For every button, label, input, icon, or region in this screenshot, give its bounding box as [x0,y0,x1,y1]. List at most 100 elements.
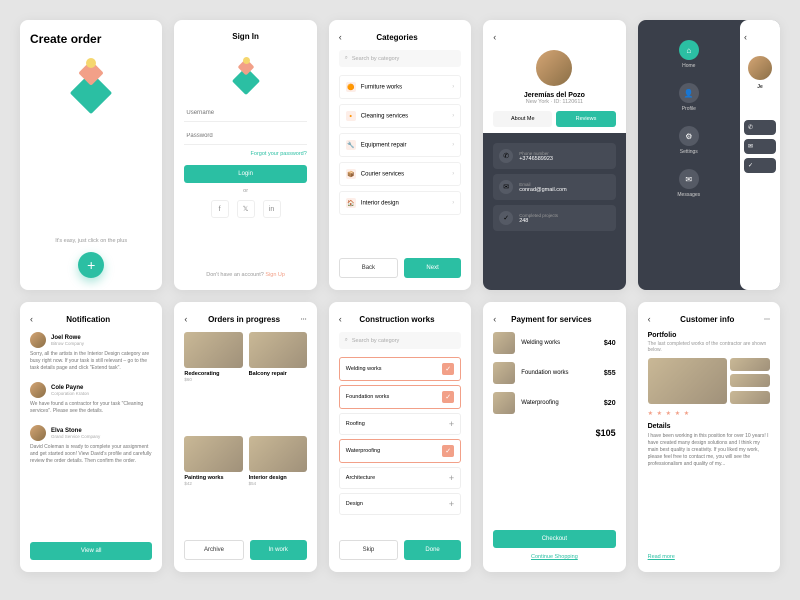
or-label: or [184,188,306,194]
payment-item: Welding works$40 [493,332,615,354]
avatar [30,382,46,398]
title: Sign In [184,32,306,41]
phone-icon: ✆ [748,124,753,131]
work-item[interactable]: Design+ [339,493,461,515]
work-item[interactable]: Waterproofing✓ [339,439,461,463]
plus-icon: + [449,499,454,509]
back-icon[interactable]: ‹ [493,32,496,42]
tab-reviews[interactable]: Reviews [556,111,615,127]
create-order-screen: Create order It's easy, just click on th… [20,20,162,290]
facebook-icon[interactable]: f [211,200,229,218]
order-card[interactable]: Interior design$54 [249,436,307,528]
done-button[interactable]: Done [404,540,461,560]
tab-about[interactable]: About Me [493,111,552,127]
category-item[interactable]: 🟠Furniture works› [339,75,461,99]
gallery [648,358,770,404]
nav-item-settings[interactable]: ⚙Settings [679,126,699,155]
archive-button[interactable]: Archive [184,540,243,560]
category-item[interactable]: 🔧Equipment repair› [339,133,461,157]
rating-stars: ★ ★ ★ ★ ★ [648,410,770,417]
chevron-right-icon: › [452,84,454,90]
details-heading: Details [648,423,770,430]
order-card[interactable]: Redecorating$60 [184,332,242,424]
nav-drawer-screen: ⌂Home👤Profile⚙Settings✉Messages ‹ Je ✆ ✉… [638,20,780,290]
back-icon[interactable]: ‹ [744,32,747,42]
username-field[interactable] [184,105,306,122]
search-icon: ⌕ [345,337,348,344]
work-item[interactable]: Architecture+ [339,467,461,489]
categories-screen: ‹Categories ⌕Search by category 🟠Furnitu… [329,20,471,290]
category-item[interactable]: 🔸Cleaning services› [339,104,461,128]
hero-illustration [61,58,121,118]
sign-in-screen: Sign In Forgot your password? Login or f… [174,20,316,290]
check-icon: ✓ [748,162,753,169]
plus-icon: + [449,419,454,429]
gallery-main[interactable] [648,358,728,404]
check-icon: ✓ [499,211,513,225]
skip-button[interactable]: Skip [339,540,398,560]
payment-item: Waterproofing$20 [493,392,615,414]
read-more-link[interactable]: Read more [648,554,770,560]
chevron-right-icon: › [452,142,454,148]
login-button[interactable]: Login [184,165,306,183]
avatar [30,425,46,441]
back-button[interactable]: Back [339,258,398,278]
payment-item: Foundation works$55 [493,362,615,384]
continue-link[interactable]: Continue Shopping [531,554,578,560]
work-item[interactable]: Roofing+ [339,413,461,435]
signup-link[interactable]: Sign Up [265,272,285,278]
notification-item[interactable]: Joel RoweBitrow CompanySorry, all the ar… [30,332,152,372]
order-card[interactable]: Painting works$42 [184,436,242,528]
category-item[interactable]: 🏠Interior design› [339,191,461,215]
notification-item[interactable]: Elva StoneGrand Service CompanyDavid Col… [30,425,152,465]
inwork-button[interactable]: In work [250,540,307,560]
phone-icon: ✆ [499,149,513,163]
plus-icon: + [449,473,454,483]
payment-screen: ‹Payment for services Welding works$40Fo… [483,302,625,572]
chevron-right-icon: › [452,171,454,177]
title: Create order [30,32,152,46]
projects-card: ✓Completed projects248 [493,205,615,231]
work-item[interactable]: Foundation works✓ [339,385,461,409]
orders-screen: ‹Orders in progress⋯ Redecorating$60Balc… [174,302,316,572]
avatar [30,332,46,348]
order-card[interactable]: Balcony repair [249,332,307,424]
nav-item-home[interactable]: ⌂Home [679,40,699,69]
email-card[interactable]: ✉Emailconrad@gmail.com [493,174,615,200]
linkedin-icon[interactable]: in [263,200,281,218]
construction-screen: ‹Construction works ⌕Search by category … [329,302,471,572]
chevron-right-icon: › [452,113,454,119]
nav-item-profile[interactable]: 👤Profile [679,83,699,112]
menu-icon[interactable]: ⋯ [301,316,307,323]
password-field[interactable] [184,128,306,145]
search-input[interactable]: ⌕Search by category [339,50,461,67]
logo-illustration [226,57,266,97]
twitter-icon[interactable]: 𝕏 [237,200,255,218]
check-icon: ✓ [442,391,454,403]
menu-icon[interactable]: ⋯ [764,316,770,323]
subtitle: It's easy, just click on the plus [30,238,152,244]
user-location: New York · ID: 1120611 [493,99,615,105]
next-button[interactable]: Next [404,258,461,278]
work-item[interactable]: Welding works✓ [339,357,461,381]
email-icon: ✉ [499,180,513,194]
phone-card[interactable]: ✆Phone number+3746589923 [493,143,615,169]
customer-info-screen: ‹Customer info⋯ Portfolio The last compl… [638,302,780,572]
check-icon: ✓ [442,445,454,457]
category-item[interactable]: 📦Courier services› [339,162,461,186]
notification-screen: ‹Notification Joel RoweBitrow CompanySor… [20,302,162,572]
user-name: Jeremías del Pozo [493,92,615,99]
profile-screen: ‹ Jeremías del Pozo New York · ID: 11206… [483,20,625,290]
add-button[interactable]: + [78,252,104,278]
nav-item-messages[interactable]: ✉Messages [677,169,700,198]
avatar [536,50,572,86]
notification-item[interactable]: Cole PayneCorporation KratonWe have foun… [30,382,152,415]
forgot-link[interactable]: Forgot your password? [251,151,307,157]
avatar [748,56,772,80]
email-icon: ✉ [748,143,753,150]
search-input[interactable]: ⌕Search by category [339,332,461,349]
portfolio-heading: Portfolio [648,332,770,339]
view-all-button[interactable]: View all [30,542,152,560]
checkout-button[interactable]: Checkout [493,530,615,548]
check-icon: ✓ [442,363,454,375]
